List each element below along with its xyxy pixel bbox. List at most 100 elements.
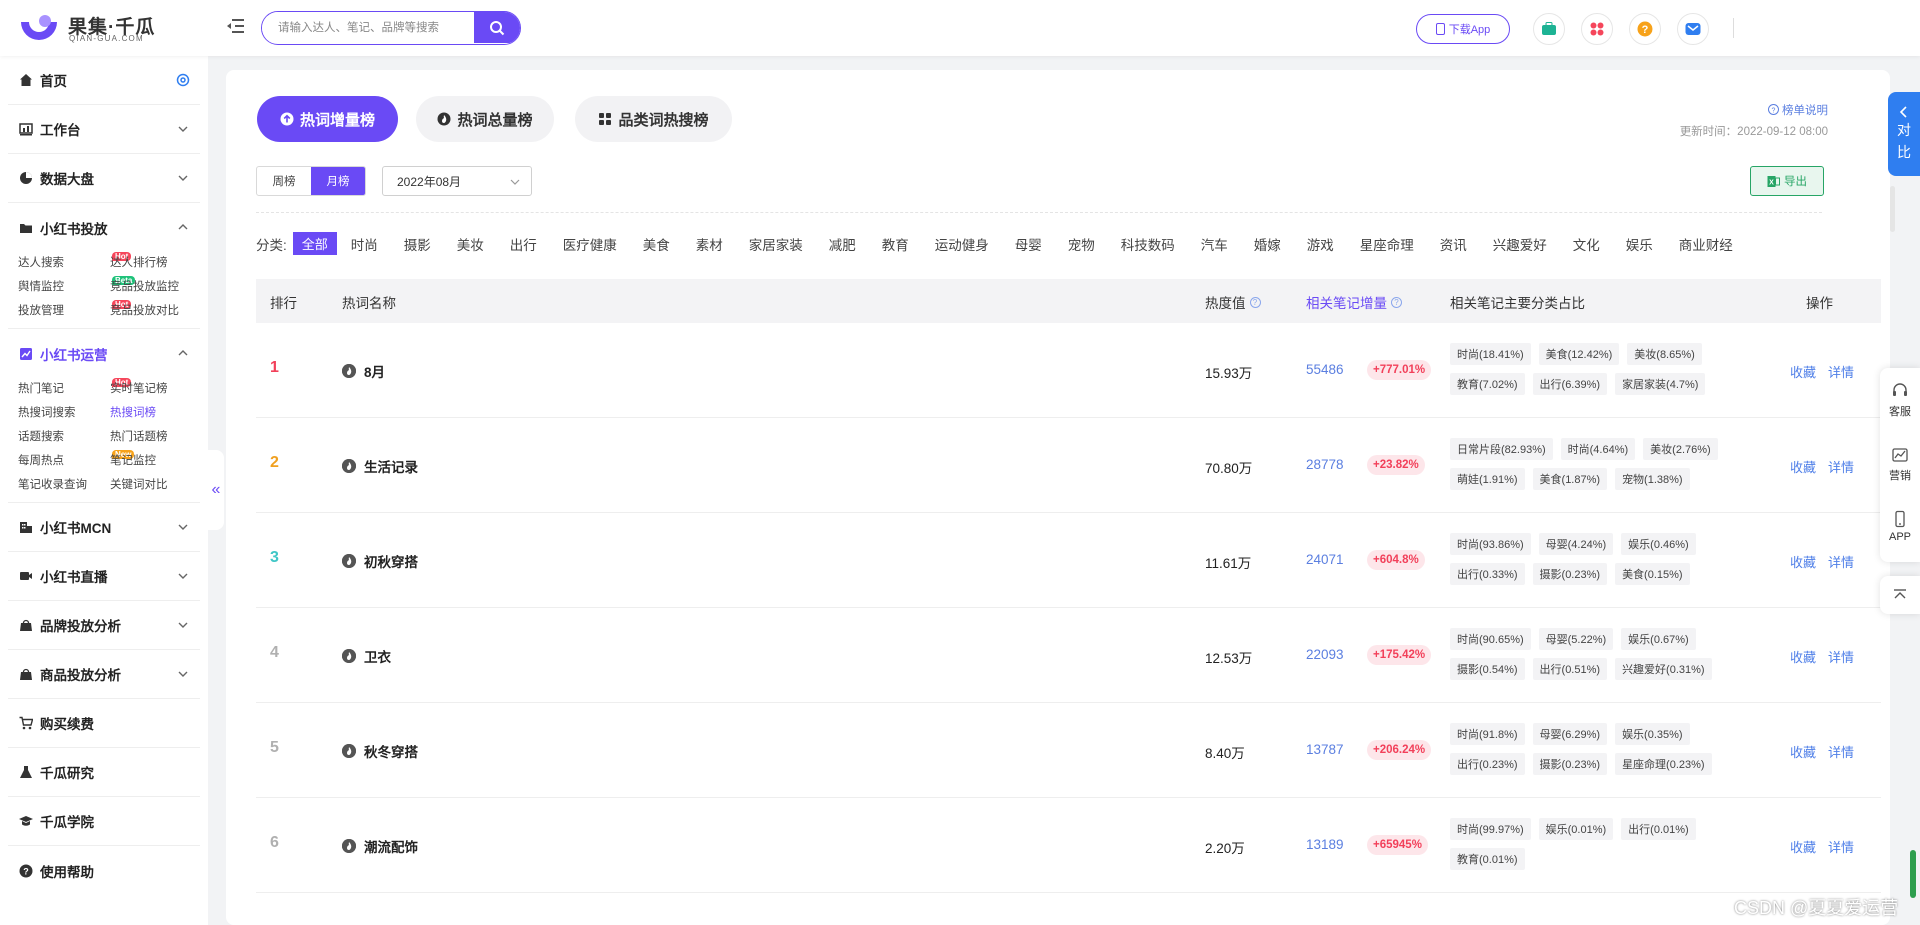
category-option[interactable]: 时尚 <box>351 234 378 254</box>
keyword-name[interactable]: 潮流配饰 <box>364 836 418 856</box>
settings-icon[interactable] <box>176 73 190 87</box>
keyword-name[interactable]: 初秋穿搭 <box>364 551 418 571</box>
customer-service-button[interactable]: 客服 <box>1880 382 1920 419</box>
header-notes-growth[interactable]: 相关笔记增量 ? <box>1306 292 1402 312</box>
sidebar-item-academy[interactable]: 千瓜学院 <box>8 797 200 846</box>
keyword-name[interactable]: 生活记录 <box>364 456 418 476</box>
submenu-item[interactable]: 实时笔记榜New <box>110 380 208 396</box>
sidebar-item-help[interactable]: ? 使用帮助 <box>8 846 200 895</box>
category-option[interactable]: 汽车 <box>1201 234 1228 254</box>
detail-link[interactable]: 详情 <box>1828 837 1854 856</box>
category-option[interactable]: 出行 <box>510 234 537 254</box>
category-option[interactable]: 全部 <box>292 232 337 255</box>
tab-total-ranking[interactable]: 热词总量榜 <box>416 96 554 142</box>
page-scrollbar[interactable] <box>1910 850 1916 898</box>
favorite-link[interactable]: 收藏 <box>1790 742 1816 761</box>
submenu-item[interactable]: 热搜词榜 <box>110 404 208 420</box>
sidebar-item-home[interactable]: 首页 <box>8 56 200 105</box>
category-option[interactable]: 教育 <box>882 234 909 254</box>
category-option[interactable]: 摄影 <box>404 234 431 254</box>
sidebar-item-mcn[interactable]: 小红书MCN <box>8 503 200 552</box>
category-option[interactable]: 娱乐 <box>1626 234 1653 254</box>
submenu-item[interactable]: 达人搜索Hot <box>18 252 132 270</box>
category-option[interactable]: 文化 <box>1573 234 1600 254</box>
category-option[interactable]: 科技数码 <box>1121 234 1175 254</box>
category-option[interactable]: 宠物 <box>1068 234 1095 254</box>
keyword-cell[interactable]: 卫衣 <box>342 646 391 666</box>
category-option[interactable]: 星座命理 <box>1360 234 1414 254</box>
submenu-item[interactable]: 竞品投放监控 <box>110 278 208 294</box>
help-icon[interactable]: ? <box>1391 296 1402 308</box>
submenu-item[interactable]: 热搜词搜索 <box>18 404 110 420</box>
monthly-button[interactable]: 月榜 <box>311 167 365 195</box>
category-option[interactable]: 兴趣爱好 <box>1493 234 1547 254</box>
sidebar-item-ads[interactable]: 小红书投放 <box>8 203 200 252</box>
submenu-item[interactable]: 关键词对比 <box>110 476 208 492</box>
sidebar-item-ops[interactable]: 小红书运营 <box>8 329 200 378</box>
sidebar-item-workbench[interactable]: 工作台 <box>8 105 200 154</box>
sidebar-item-buy[interactable]: 购买续费 <box>8 699 200 748</box>
tab-increment-ranking[interactable]: 热词增量榜 <box>257 96 398 142</box>
sidebar-item-dashboard[interactable]: 数据大盘 <box>8 154 200 203</box>
scrollbar[interactable] <box>1890 186 1895 232</box>
category-option[interactable]: 减肥 <box>829 234 856 254</box>
favorite-link[interactable]: 收藏 <box>1790 552 1816 571</box>
submenu-item[interactable]: 笔记收录查询 <box>18 476 110 492</box>
sidebar-item-brand[interactable]: 品牌投放分析 <box>8 601 200 650</box>
detail-link[interactable]: 详情 <box>1828 362 1854 381</box>
sidebar-item-goods[interactable]: 商品投放分析 <box>8 650 200 699</box>
download-app-button[interactable]: 下载App <box>1416 14 1510 44</box>
keyword-cell[interactable]: 8月 <box>342 361 385 381</box>
help-icon[interactable]: ? <box>1249 296 1261 308</box>
favorite-link[interactable]: 收藏 <box>1790 362 1816 381</box>
detail-link[interactable]: 详情 <box>1828 552 1854 571</box>
keyword-cell[interactable]: 初秋穿搭 <box>342 551 418 571</box>
briefcase-icon[interactable] <box>1533 13 1565 45</box>
submenu-item[interactable]: 热门笔记Hot <box>18 378 132 396</box>
category-option[interactable]: 家居家装 <box>749 234 803 254</box>
keyword-cell[interactable]: 秋冬穿搭 <box>342 741 418 761</box>
keyword-name[interactable]: 卫衣 <box>364 646 391 666</box>
sidebar-item-research[interactable]: 千瓜研究 <box>8 748 200 797</box>
category-option[interactable]: 美食 <box>643 234 670 254</box>
search-button[interactable] <box>474 12 520 43</box>
weekly-button[interactable]: 周榜 <box>257 167 311 195</box>
category-option[interactable]: 婚嫁 <box>1254 234 1281 254</box>
compare-tab[interactable]: 对 比 <box>1888 92 1920 176</box>
favorite-link[interactable]: 收藏 <box>1790 837 1816 856</box>
sidebar-item-live[interactable]: 小红书直播 <box>8 552 200 601</box>
detail-link[interactable]: 详情 <box>1828 742 1854 761</box>
export-button[interactable]: X 导出 <box>1750 166 1824 196</box>
category-option[interactable]: 素材 <box>696 234 723 254</box>
submenu-item[interactable]: 投放管理Hot <box>18 300 132 318</box>
keyword-name[interactable]: 8月 <box>364 361 385 381</box>
logo[interactable]: 果集·千瓜 QIAN-GUA.COM <box>18 10 168 46</box>
keyword-cell[interactable]: 生活记录 <box>342 456 418 476</box>
submenu-item[interactable]: 每周热点New <box>18 450 135 468</box>
back-to-top-button[interactable] <box>1880 576 1920 614</box>
submenu-item[interactable]: 竞品投放对比 <box>110 302 208 318</box>
category-option[interactable]: 美妆 <box>457 234 484 254</box>
tab-category-ranking[interactable]: 品类词热搜榜 <box>575 96 732 142</box>
marketing-button[interactable]: 营销 <box>1880 446 1920 483</box>
ranking-explain-link[interactable]: ? 榜单说明 <box>1767 102 1828 118</box>
header-heat[interactable]: 热度值 ? <box>1205 292 1261 312</box>
category-option[interactable]: 商业财经 <box>1679 234 1733 254</box>
detail-link[interactable]: 详情 <box>1828 457 1854 476</box>
month-select[interactable]: 2022年08月 <box>382 166 532 196</box>
category-option[interactable]: 游戏 <box>1307 234 1334 254</box>
favorite-link[interactable]: 收藏 <box>1790 457 1816 476</box>
submenu-item[interactable]: 话题搜索 <box>18 428 110 444</box>
detail-link[interactable]: 详情 <box>1828 647 1854 666</box>
category-option[interactable]: 运动健身 <box>935 234 989 254</box>
app-button[interactable]: APP <box>1880 510 1920 543</box>
apps-grid-icon[interactable] <box>1581 13 1613 45</box>
category-option[interactable]: 资讯 <box>1440 234 1467 254</box>
category-option[interactable]: 医疗健康 <box>563 234 617 254</box>
menu-toggle-icon[interactable] <box>226 16 246 38</box>
submenu-item[interactable]: 笔记监控 <box>110 452 208 468</box>
submenu-item[interactable]: 热门话题榜 <box>110 428 208 444</box>
submenu-item[interactable]: 达人排行榜Hot <box>110 254 208 270</box>
category-option[interactable]: 母婴 <box>1015 234 1042 254</box>
favorite-link[interactable]: 收藏 <box>1790 647 1816 666</box>
